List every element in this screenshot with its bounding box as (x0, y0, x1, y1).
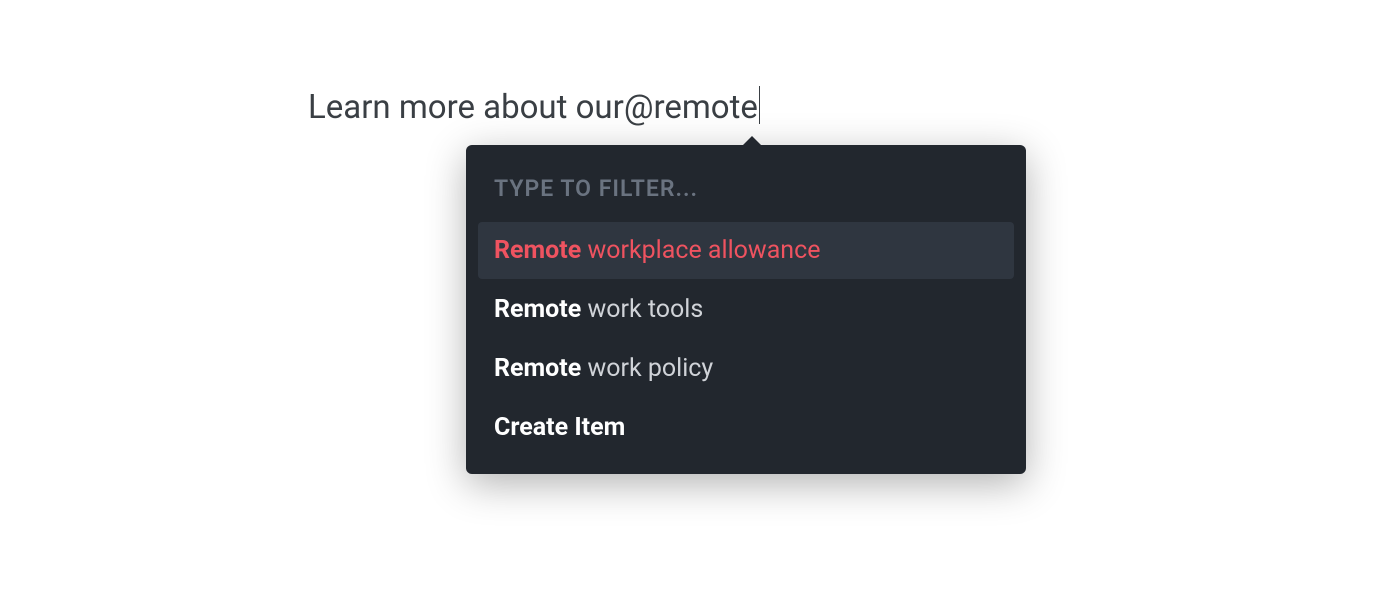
match-text: Remote (494, 295, 581, 324)
match-text: Remote (494, 236, 581, 265)
input-prefix-text: Learn more about our (308, 88, 624, 127)
filter-hint-label: Type to filter... (478, 157, 1014, 222)
rest-text: workplace allowance (581, 236, 820, 265)
dropdown-item-remote-work-tools[interactable]: Remote work tools (478, 281, 1014, 338)
mention-dropdown: Type to filter... Remote workplace allow… (466, 145, 1026, 474)
dropdown-item-remote-workplace-allowance[interactable]: Remote workplace allowance (478, 222, 1014, 279)
input-mention-text: @remote (624, 88, 758, 127)
dropdown-item-remote-work-policy[interactable]: Remote work policy (478, 340, 1014, 397)
rest-text: work policy (581, 354, 713, 383)
rest-text: work tools (581, 295, 703, 324)
match-text: Remote (494, 354, 581, 383)
mention-input[interactable]: Learn more about our @remote (308, 80, 760, 127)
create-item-button[interactable]: Create Item (478, 399, 1014, 456)
text-cursor (759, 86, 760, 124)
